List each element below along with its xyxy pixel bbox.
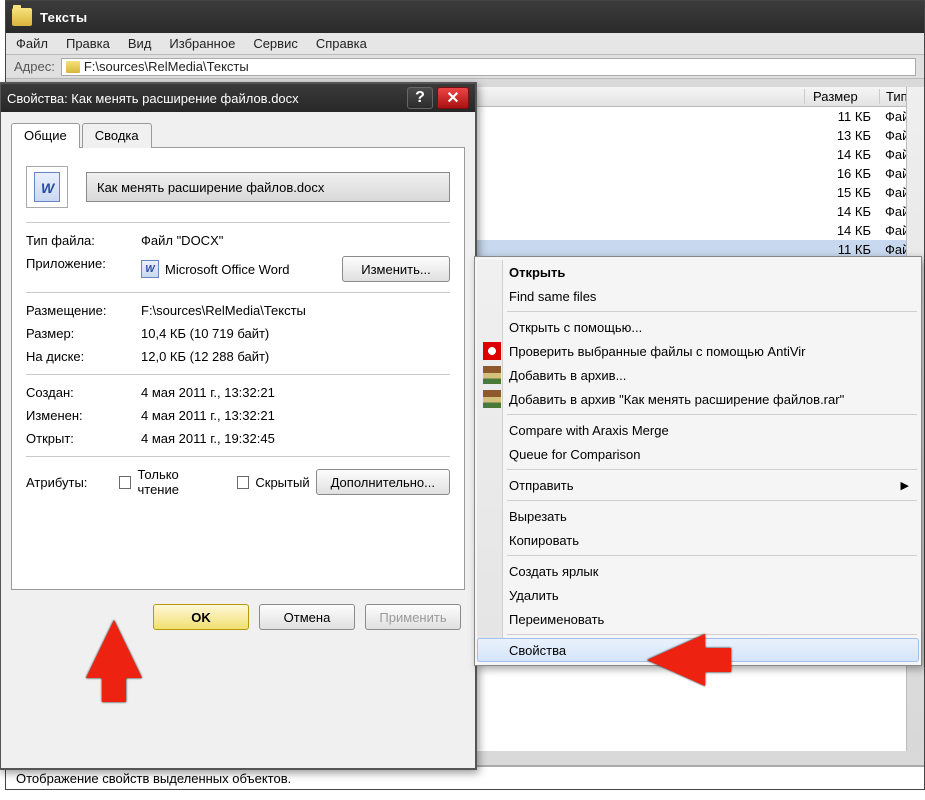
tab-general[interactable]: Общие bbox=[11, 123, 80, 148]
menu-view[interactable]: Вид bbox=[128, 36, 152, 51]
dialog-titlebar[interactable]: Свойства: Как менять расширение файлов.d… bbox=[1, 84, 475, 112]
label-attributes: Атрибуты: bbox=[26, 475, 113, 490]
apply-button[interactable]: Применить bbox=[365, 604, 461, 630]
ctx-send[interactable]: Отправить▶ bbox=[477, 473, 919, 497]
value-opened: 4 мая 2011 г., 19:32:45 bbox=[141, 431, 450, 446]
menu-edit[interactable]: Правка bbox=[66, 36, 110, 51]
tab-panel-general: Как менять расширение файлов.docx Тип фа… bbox=[11, 147, 465, 590]
address-bar: Адрес: F:\sources\RelMedia\Тексты bbox=[6, 55, 924, 79]
label-ondisk: На диске: bbox=[26, 349, 141, 364]
rar-icon bbox=[483, 366, 501, 384]
chevron-right-icon: ▶ bbox=[901, 479, 909, 492]
ctx-addrar[interactable]: Добавить в архив "Как менять расширение … bbox=[477, 387, 919, 411]
menu-help[interactable]: Справка bbox=[316, 36, 367, 51]
ctx-addarchive[interactable]: Добавить в архив... bbox=[477, 363, 919, 387]
antivir-icon bbox=[483, 342, 501, 360]
col-size[interactable]: Размер bbox=[804, 89, 879, 104]
ok-button[interactable]: OK bbox=[153, 604, 249, 630]
annotation-arrow-left bbox=[647, 634, 705, 686]
filename-input[interactable]: Как менять расширение файлов.docx bbox=[86, 172, 450, 202]
label-created: Создан: bbox=[26, 385, 141, 400]
advanced-button[interactable]: Дополнительно... bbox=[316, 469, 450, 495]
properties-dialog: Свойства: Как менять расширение файлов.d… bbox=[0, 82, 477, 770]
context-menu: Открыть Find same files Открыть с помощь… bbox=[474, 256, 922, 666]
dialog-actions: OK Отмена Применить bbox=[1, 590, 475, 640]
status-text: Отображение свойств выделенных объектов. bbox=[16, 771, 291, 786]
value-app: Microsoft Office Word bbox=[165, 262, 290, 277]
window-title: Тексты bbox=[40, 10, 87, 25]
label-hidden: Скрытый bbox=[255, 475, 309, 490]
rar-icon bbox=[483, 390, 501, 408]
ctx-openwith[interactable]: Открыть с помощью... bbox=[477, 315, 919, 339]
filename-text: Как менять расширение файлов.docx bbox=[97, 180, 324, 195]
change-button[interactable]: Изменить... bbox=[342, 256, 450, 282]
value-created: 4 мая 2011 г., 13:32:21 bbox=[141, 385, 450, 400]
address-input[interactable]: F:\sources\RelMedia\Тексты bbox=[61, 58, 916, 76]
cancel-button[interactable]: Отмена bbox=[259, 604, 355, 630]
label-readonly: Только чтение bbox=[137, 467, 222, 497]
menu-favorites[interactable]: Избранное bbox=[169, 36, 235, 51]
address-label: Адрес: bbox=[14, 59, 55, 74]
tab-row: Общие Сводка bbox=[11, 122, 465, 147]
value-ondisk: 12,0 КБ (12 288 байт) bbox=[141, 349, 450, 364]
value-modified: 4 мая 2011 г., 13:32:21 bbox=[141, 408, 450, 423]
docx-icon bbox=[26, 166, 68, 208]
dialog-title: Свойства: Как менять расширение файлов.d… bbox=[7, 91, 407, 106]
value-location: F:\sources\RelMedia\Тексты bbox=[141, 303, 450, 318]
label-location: Размещение: bbox=[26, 303, 141, 318]
word-icon: W bbox=[141, 260, 159, 278]
checkbox-readonly[interactable] bbox=[119, 476, 132, 489]
ctx-rename[interactable]: Переименовать bbox=[477, 607, 919, 631]
ctx-open[interactable]: Открыть bbox=[477, 260, 919, 284]
ctx-delete[interactable]: Удалить bbox=[477, 583, 919, 607]
ctx-copy[interactable]: Копировать bbox=[477, 528, 919, 552]
folder-icon bbox=[12, 8, 32, 26]
label-app: Приложение: bbox=[26, 256, 141, 282]
folder-icon bbox=[66, 61, 80, 73]
annotation-arrow-up bbox=[86, 620, 142, 678]
ctx-findsame[interactable]: Find same files bbox=[477, 284, 919, 308]
label-opened: Открыт: bbox=[26, 431, 141, 446]
address-path: F:\sources\RelMedia\Тексты bbox=[84, 59, 249, 74]
menu-file[interactable]: Файл bbox=[16, 36, 48, 51]
ctx-shortcut[interactable]: Создать ярлык bbox=[477, 559, 919, 583]
value-filetype: Файл "DOCX" bbox=[141, 233, 450, 248]
checkbox-hidden[interactable] bbox=[237, 476, 250, 489]
label-filetype: Тип файла: bbox=[26, 233, 141, 248]
ctx-araxis[interactable]: Compare with Araxis Merge bbox=[477, 418, 919, 442]
titlebar[interactable]: Тексты bbox=[6, 1, 924, 33]
ctx-queue[interactable]: Queue for Comparison bbox=[477, 442, 919, 466]
ctx-antivir[interactable]: Проверить выбранные файлы с помощью Anti… bbox=[477, 339, 919, 363]
label-size: Размер: bbox=[26, 326, 141, 341]
value-size: 10,4 КБ (10 719 байт) bbox=[141, 326, 450, 341]
menubar: Файл Правка Вид Избранное Сервис Справка bbox=[6, 33, 924, 55]
close-button[interactable]: ✕ bbox=[437, 87, 469, 109]
help-button[interactable]: ? bbox=[407, 87, 433, 109]
tab-summary[interactable]: Сводка bbox=[82, 123, 152, 148]
ctx-cut[interactable]: Вырезать bbox=[477, 504, 919, 528]
label-modified: Изменен: bbox=[26, 408, 141, 423]
menu-tools[interactable]: Сервис bbox=[253, 36, 298, 51]
